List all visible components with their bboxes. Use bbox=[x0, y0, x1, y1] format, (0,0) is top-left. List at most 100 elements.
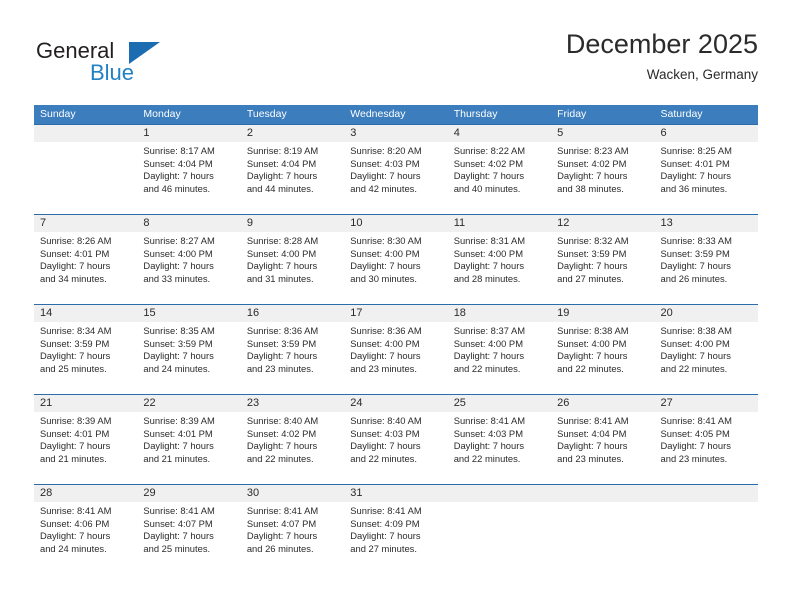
day-cell: Sunrise: 8:26 AM Sunset: 4:01 PM Dayligh… bbox=[34, 232, 137, 304]
sunset-text: Sunset: 4:03 PM bbox=[453, 427, 523, 439]
sunrise-text: Sunrise: 8:41 AM bbox=[40, 505, 112, 516]
sunrise-text: Sunrise: 8:41 AM bbox=[350, 505, 422, 516]
calendar-grid: Sunday Monday Tuesday Wednesday Thursday… bbox=[34, 105, 758, 574]
daylight-text-line2: and 28 minutes. bbox=[453, 272, 521, 284]
day-cell: Sunrise: 8:41 AM Sunset: 4:05 PM Dayligh… bbox=[655, 412, 758, 484]
week-detail-band: Sunrise: 8:41 AM Sunset: 4:06 PM Dayligh… bbox=[34, 502, 758, 574]
sunrise-text: Sunrise: 8:17 AM bbox=[143, 145, 215, 156]
sunrise-text: Sunrise: 8:20 AM bbox=[350, 145, 422, 156]
day-number: 6 bbox=[660, 127, 667, 139]
daylight-text-line1: Daylight: 7 hours bbox=[350, 260, 421, 272]
sunrise-text: Sunrise: 8:23 AM bbox=[557, 145, 629, 156]
day-number: 27 bbox=[660, 397, 673, 409]
daylight-text-line2: and 27 minutes. bbox=[350, 542, 417, 554]
daylight-text-line2: and 30 minutes. bbox=[350, 272, 417, 284]
day-cell: Sunrise: 8:22 AM Sunset: 4:02 PM Dayligh… bbox=[448, 142, 551, 214]
day-number: 1 bbox=[143, 127, 150, 139]
calendar-week-row: 28 29 30 31 Sunrise: 8:41 AM Sunset: 4:0… bbox=[34, 484, 758, 574]
day-number: 26 bbox=[557, 397, 570, 409]
sunrise-text: Sunrise: 8:41 AM bbox=[660, 415, 732, 426]
day-number bbox=[655, 485, 758, 502]
daylight-text-line1: Daylight: 7 hours bbox=[350, 350, 421, 362]
daylight-text-line2: and 21 minutes. bbox=[40, 452, 107, 464]
daylight-text-line2: and 44 minutes. bbox=[246, 182, 314, 194]
daylight-text-line2: and 27 minutes. bbox=[557, 272, 624, 284]
day-number: 5 bbox=[557, 127, 564, 139]
sunset-text: Sunset: 4:00 PM bbox=[557, 337, 627, 349]
daylight-text-line2: and 23 minutes. bbox=[246, 362, 314, 374]
day-number bbox=[448, 485, 551, 502]
day-number bbox=[34, 125, 137, 142]
day-cell: Sunrise: 8:32 AM Sunset: 3:59 PM Dayligh… bbox=[551, 232, 654, 304]
daylight-text-line2: and 40 minutes. bbox=[453, 182, 521, 194]
day-number: 24 bbox=[350, 397, 363, 409]
sunrise-text: Sunrise: 8:38 AM bbox=[660, 325, 732, 336]
day-cell: Sunrise: 8:41 AM Sunset: 4:07 PM Dayligh… bbox=[241, 502, 344, 574]
sunrise-text: Sunrise: 8:36 AM bbox=[350, 325, 422, 336]
daylight-text-line1: Daylight: 7 hours bbox=[143, 260, 214, 272]
day-number: 11 bbox=[453, 217, 466, 229]
day-cell: Sunrise: 8:25 AM Sunset: 4:01 PM Dayligh… bbox=[655, 142, 758, 214]
daylight-text-line1: Daylight: 7 hours bbox=[660, 440, 731, 452]
daylight-text-line1: Daylight: 7 hours bbox=[143, 440, 214, 452]
sunset-text: Sunset: 4:01 PM bbox=[660, 157, 730, 169]
sunset-text: Sunset: 4:02 PM bbox=[453, 157, 523, 169]
day-cell: Sunrise: 8:37 AM Sunset: 4:00 PM Dayligh… bbox=[448, 322, 551, 394]
daylight-text-line1: Daylight: 7 hours bbox=[557, 170, 628, 182]
sunset-text: Sunset: 4:00 PM bbox=[246, 247, 317, 259]
daylight-text-line2: and 23 minutes. bbox=[660, 452, 728, 464]
sunrise-text: Sunrise: 8:41 AM bbox=[453, 415, 526, 426]
sunrise-text: Sunrise: 8:35 AM bbox=[143, 325, 215, 336]
daylight-text-line1: Daylight: 7 hours bbox=[143, 170, 214, 182]
calendar-week-row: 7 8 9 10 11 12 13 Sunrise: 8:26 AM Sunse… bbox=[34, 214, 758, 304]
sunrise-text: Sunrise: 8:34 AM bbox=[40, 325, 112, 336]
daylight-text-line1: Daylight: 7 hours bbox=[350, 440, 421, 452]
week-date-band: 7 8 9 10 11 12 13 bbox=[34, 215, 758, 232]
sunset-text: Sunset: 4:00 PM bbox=[453, 337, 523, 349]
weekday-header-thursday: Thursday bbox=[453, 108, 498, 120]
calendar-week-row: 1 2 3 4 5 6 Sunrise: 8:17 AM Sunset: 4:0… bbox=[34, 124, 758, 214]
daylight-text-line2: and 25 minutes. bbox=[143, 542, 211, 554]
sunset-text: Sunset: 4:00 PM bbox=[660, 337, 730, 349]
daylight-text-line1: Daylight: 7 hours bbox=[557, 350, 628, 362]
day-number bbox=[551, 485, 654, 502]
day-cell: Sunrise: 8:41 AM Sunset: 4:07 PM Dayligh… bbox=[137, 502, 240, 574]
daylight-text-line2: and 22 minutes. bbox=[660, 362, 728, 374]
day-number: 18 bbox=[453, 307, 466, 319]
sunset-text: Sunset: 4:03 PM bbox=[350, 157, 420, 169]
sunrise-text: Sunrise: 8:38 AM bbox=[557, 325, 629, 336]
sunrise-text: Sunrise: 8:41 AM bbox=[246, 505, 319, 516]
week-detail-band: Sunrise: 8:39 AM Sunset: 4:01 PM Dayligh… bbox=[34, 412, 758, 484]
sunset-text: Sunset: 4:04 PM bbox=[557, 427, 627, 439]
daylight-text-line2: and 24 minutes. bbox=[40, 542, 107, 554]
sunset-text: Sunset: 4:03 PM bbox=[350, 427, 420, 439]
sunset-text: Sunset: 4:00 PM bbox=[350, 247, 420, 259]
day-cell: Sunrise: 8:36 AM Sunset: 3:59 PM Dayligh… bbox=[241, 322, 344, 394]
day-number: 21 bbox=[40, 397, 53, 409]
day-cell: Sunrise: 8:38 AM Sunset: 4:00 PM Dayligh… bbox=[655, 322, 758, 394]
daylight-text-line1: Daylight: 7 hours bbox=[246, 350, 318, 362]
day-cell: Sunrise: 8:28 AM Sunset: 4:00 PM Dayligh… bbox=[241, 232, 344, 304]
week-date-band: 28 29 30 31 bbox=[34, 485, 758, 502]
daylight-text-line2: and 33 minutes. bbox=[143, 272, 211, 284]
daylight-text-line2: and 31 minutes. bbox=[246, 272, 314, 284]
daylight-text-line2: and 42 minutes. bbox=[350, 182, 417, 194]
sunset-text: Sunset: 4:00 PM bbox=[350, 337, 420, 349]
day-number: 30 bbox=[246, 487, 260, 499]
sunset-text: Sunset: 3:59 PM bbox=[246, 337, 317, 349]
day-cell: Sunrise: 8:31 AM Sunset: 4:00 PM Dayligh… bbox=[448, 232, 551, 304]
daylight-text-line2: and 22 minutes. bbox=[246, 452, 314, 464]
daylight-text-line2: and 23 minutes. bbox=[350, 362, 417, 374]
sunrise-text: Sunrise: 8:19 AM bbox=[246, 145, 319, 156]
sunset-text: Sunset: 4:01 PM bbox=[40, 247, 110, 259]
daylight-text-line1: Daylight: 7 hours bbox=[143, 350, 214, 362]
sunrise-text: Sunrise: 8:26 AM bbox=[40, 235, 112, 246]
daylight-text-line1: Daylight: 7 hours bbox=[557, 440, 628, 452]
daylight-text-line1: Daylight: 7 hours bbox=[40, 350, 111, 362]
sunset-text: Sunset: 3:59 PM bbox=[660, 247, 730, 259]
day-number: 19 bbox=[557, 307, 570, 319]
day-cell bbox=[34, 142, 137, 214]
daylight-text-line2: and 38 minutes. bbox=[557, 182, 624, 194]
daylight-text-line1: Daylight: 7 hours bbox=[40, 440, 111, 452]
day-cell: Sunrise: 8:17 AM Sunset: 4:04 PM Dayligh… bbox=[137, 142, 240, 214]
